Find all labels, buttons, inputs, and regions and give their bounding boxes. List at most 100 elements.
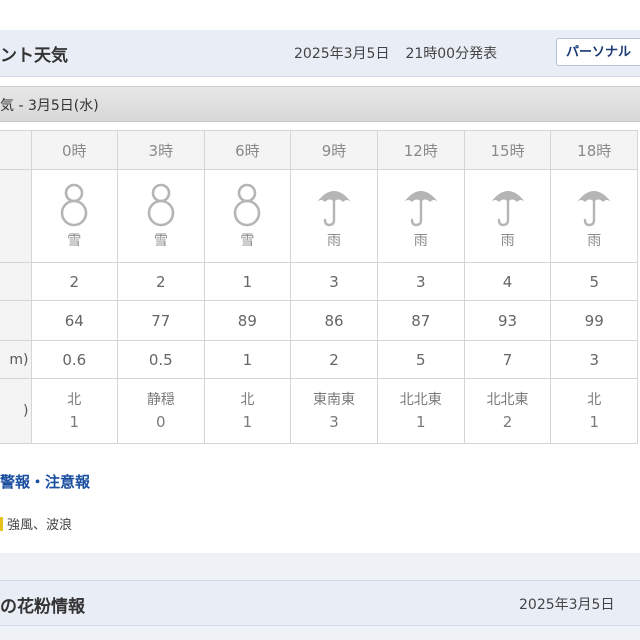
weather-cell: 雪 [117,169,205,263]
wind-cell: 北1 [30,378,119,444]
point-weather-header: ント天気 2025年3月5日 21時00分発表 パーソナル [0,30,640,77]
wind-speed: 1 [242,413,253,431]
hour-cell: 18時 [550,130,638,170]
temperature-cell: 1 [203,262,292,301]
wind-direction: 静穏 [146,392,175,408]
hour-cell: 9時 [290,130,378,170]
hour-cell: 12時 [376,130,465,170]
weather-icon-wrap: 雪 [205,182,290,250]
weather-cell: 雪 [203,169,292,263]
weather-cell: 雨 [463,169,552,263]
warnings-items: 強風、波浪 [0,514,72,533]
wind-speed: 3 [329,413,339,431]
personal-button[interactable]: パーソナル [556,38,640,66]
umbrella-icon [317,191,351,227]
weather-cell: 雨 [376,169,465,263]
forecast-table: 0時 3時 6時 9時 12時 15時 18時 雪雪雪雨雨雨雨 2213345 64 77 89… [0,130,638,444]
warnings-title: 警報・注意報 [0,473,91,491]
page-title: ント天気 [0,46,68,66]
humidity-cell: 86 [290,300,378,341]
row-header-wind: ) [0,378,32,444]
wind-direction: 東南東 [313,392,355,408]
date-bar: 気 - 3月5日(水) [0,86,640,122]
temperature-cell: 3 [290,262,378,301]
forecast-date-label: 気 - 3月5日(水) [0,98,99,114]
weather-cell: 雪 [30,169,119,263]
humidity-cell: 93 [463,300,552,341]
weather-label: 雪 [153,233,168,249]
humidity-cell: 87 [376,300,465,341]
wind-speed: 1 [416,413,426,431]
wind-cell: 静穏 0 [117,378,205,444]
weather-icon-wrap: 雨 [378,182,463,250]
warning-marker [0,517,3,531]
warnings-text: 強風、波浪 [7,518,73,533]
wind-cell: 北1 [550,378,638,444]
precipitation-cell: 2 [290,340,378,379]
humidity-cell: 77 [117,300,205,341]
humidity-cell: 89 [203,300,292,341]
pollen-date: 2025年3月5日 [519,597,615,613]
wind-direction: 北 [587,392,602,408]
precipitation-row: m) 0.6 0.5 1 2 5 7 3 [0,340,638,379]
pollen-title: の花粉情報 [0,597,85,617]
wind-cell: 北北東 1 [376,378,465,444]
hour-cell: 0時 [30,130,119,170]
weather-cell: 雨 [290,169,378,263]
humidity-cell: 64 [30,300,119,341]
wind-direction: 北北東 [399,392,442,408]
row-header-temperature [0,262,32,301]
forecast-panel: ント天気 2025年3月5日 21時00分発表 パーソナル 気 - 3月5日(水)… [0,0,640,553]
issued-timestamp: 2025年3月5日 21時00分発表 [294,43,497,63]
temperature-cell: 3 [376,262,465,301]
weather-label: 雨 [587,233,602,249]
snowman-icon [147,183,175,227]
weather-cell: 雨 [550,169,638,263]
weather-icon-wrap: 雨 [465,182,550,250]
row-header-weather [0,169,32,263]
umbrella-icon [577,191,612,227]
wind-speed: 0 [156,413,166,431]
weather-label: 雪 [67,233,82,249]
hour-cell: 15時 [463,130,552,170]
snowman-icon [234,183,261,227]
wind-direction: 北 [67,392,82,408]
weather-label: 雨 [500,233,515,249]
pollen-header: の花粉情報 2025年3月5日 [0,580,640,626]
wind-direction: 北北東 [486,392,529,408]
weather-label: 雨 [327,233,341,249]
wind-cell: 北1 [203,378,292,444]
wind-row: ) 北 1 静穏 0 北 1 東南東 3 北北東 1 北北東 2 北 1 [0,378,638,444]
hour-cell: 6時 [203,130,292,170]
row-header-hours [0,130,32,170]
hours-row: 0時 3時 6時 9時 12時 15時 18時 [0,130,638,170]
temperature-cell: 5 [550,262,638,301]
weather-icon-wrap: 雪 [119,182,204,250]
wind-cell: 北北東 2 [463,378,552,444]
humidity-row: 64 77 89 86 87 93 99 [0,300,638,341]
weather-label: 雪 [240,233,255,249]
weather-icon-wrap: 雨 [292,182,377,250]
precipitation-cell: 5 [376,340,465,379]
humidity-cell: 99 [550,300,638,341]
issued-date: 2025年3月5日 [294,46,390,62]
temperature-cell: 2 [30,262,119,301]
precipitation-cell: 3 [550,340,638,379]
umbrella-icon [403,191,438,227]
wind-cell: 東南東 3 [290,378,378,444]
wind-speed: 2 [502,413,513,431]
row-header-humidity [0,300,32,341]
warnings-link[interactable]: 警報・注意報 [0,471,90,492]
weather-label: 雨 [413,233,428,249]
precipitation-cell: 0.5 [117,340,205,379]
weather-icon-wrap: 雪 [32,182,117,250]
weather-row: 雪雪雪雨雨雨雨 [0,169,638,263]
wind-speed: 1 [69,413,80,431]
temperature-cell: 4 [463,262,552,301]
temperature-row: 2213345 [0,262,638,301]
weather-icon-wrap: 雨 [552,182,637,250]
wind-direction: 北 [240,392,255,408]
umbrella-icon [490,191,525,227]
issued-time: 21時00分発表 [405,46,498,62]
temperature-cell: 2 [117,262,205,301]
